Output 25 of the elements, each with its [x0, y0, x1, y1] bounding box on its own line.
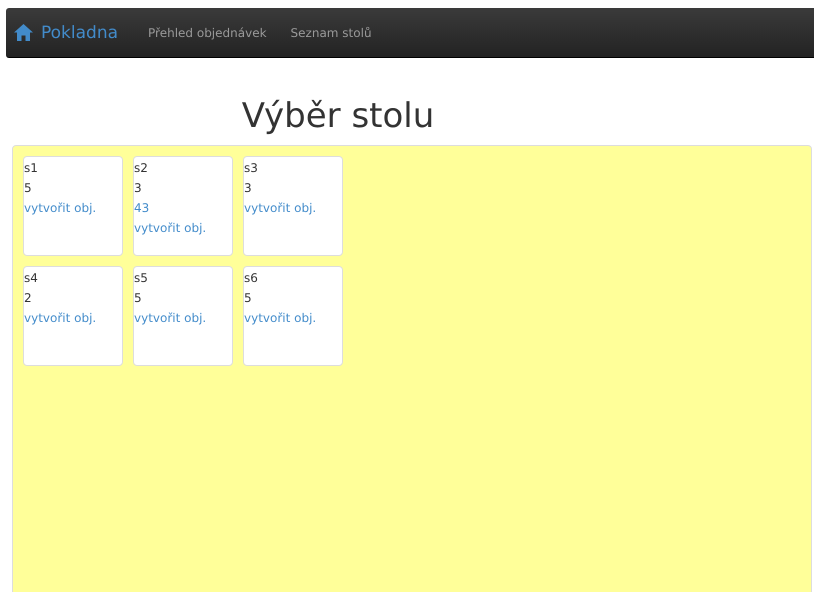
table-name: s2 — [134, 160, 148, 177]
create-order-link[interactable]: vytvořit obj. — [134, 218, 206, 238]
create-order-link[interactable]: vytvořit obj. — [244, 198, 316, 218]
seat-count: 5 — [24, 180, 32, 197]
create-order-link[interactable]: vytvořit obj. — [244, 308, 316, 328]
table-name: s1 — [24, 160, 38, 177]
table-name: s6 — [244, 270, 258, 287]
brand-text: Pokladna — [41, 22, 118, 42]
order-link[interactable]: 43 — [134, 198, 150, 218]
table-name: s5 — [134, 270, 148, 287]
page-title: Výběr stolu — [240, 96, 436, 137]
create-order-link[interactable]: vytvořit obj. — [134, 308, 206, 328]
seat-count: 3 — [134, 180, 142, 197]
nav-link[interactable]: Přehled objednávek — [148, 26, 267, 40]
create-order-link[interactable]: vytvořit obj. — [24, 198, 96, 218]
create-order-link[interactable]: vytvořit obj. — [24, 308, 96, 328]
table-name: s3 — [244, 160, 258, 177]
nav-link[interactable]: Seznam stolů — [290, 26, 372, 40]
seat-count: 2 — [24, 290, 32, 307]
home-icon — [14, 24, 33, 41]
table-name: s4 — [24, 270, 38, 287]
brand-link[interactable]: Pokladna — [14, 22, 118, 42]
seat-count: 5 — [244, 290, 252, 307]
seat-count: 3 — [244, 180, 252, 197]
seat-count: 5 — [134, 290, 142, 307]
